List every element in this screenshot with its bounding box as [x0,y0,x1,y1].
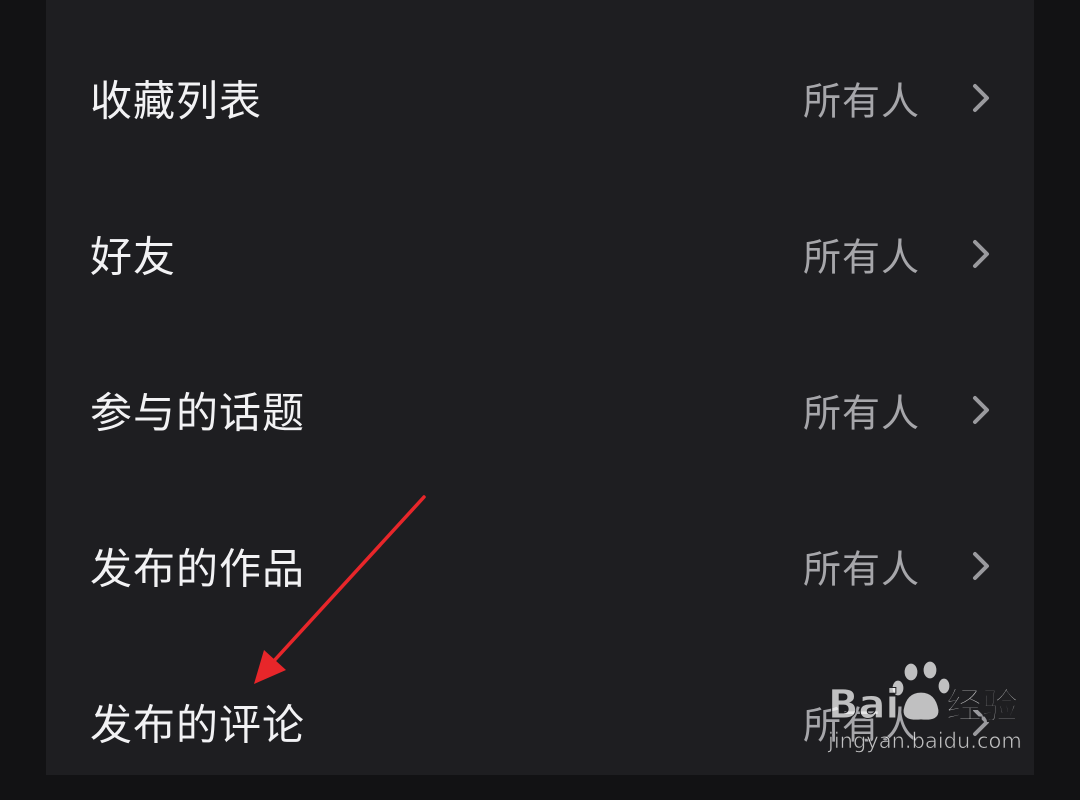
chevron-right-icon [973,708,989,736]
setting-row-favorites[interactable]: 收藏列表 所有人 [46,20,1034,176]
setting-row-comments[interactable]: 发布的评论 所有人 [46,644,1034,800]
setting-value: 所有人 [802,79,920,124]
setting-label: 发布的评论 [90,700,306,750]
setting-label: 发布的作品 [90,544,306,594]
chevron-right-icon [973,84,989,112]
setting-row-works[interactable]: 发布的作品 所有人 [46,488,1034,644]
setting-label: 参与的话题 [90,388,306,438]
chevron-right-icon [973,240,989,268]
privacy-settings-panel: 收藏列表 所有人 好友 所有人 参与的话题 所有人 发布的作品 所有人 发布的评… [46,0,1034,775]
setting-label: 收藏列表 [90,76,263,126]
setting-row-friends[interactable]: 好友 所有人 [46,176,1034,332]
setting-value: 所有人 [802,391,920,436]
setting-value: 所有人 [802,235,920,280]
chevron-right-icon [973,396,989,424]
setting-value: 所有人 [802,703,920,748]
setting-label: 好友 [90,232,177,282]
setting-row-topics[interactable]: 参与的话题 所有人 [46,332,1034,488]
chevron-right-icon [973,552,989,580]
setting-value: 所有人 [802,547,920,592]
